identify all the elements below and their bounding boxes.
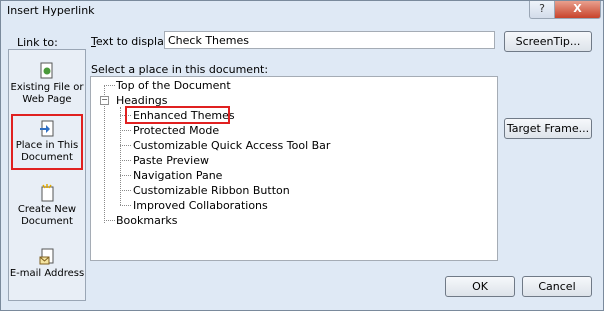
tree-item-heading[interactable]: Protected Mode — [133, 124, 219, 137]
link-to-panel: Existing File or Web Page Place in This … — [8, 49, 86, 301]
document-places-tree[interactable]: Top of the Document − Headings Enhanced … — [90, 76, 498, 261]
link-to-item-label: E-mail Address — [9, 268, 85, 279]
help-button[interactable]: ? — [529, 1, 555, 19]
tree-item-heading[interactable]: Customizable Ribbon Button — [133, 184, 290, 197]
link-to-item-label: Create New — [17, 204, 77, 215]
text-to-display-input[interactable]: Check Themes — [164, 31, 495, 49]
tree-item-heading[interactable]: Paste Preview — [133, 154, 209, 167]
tree-line — [104, 85, 115, 86]
tree-line — [120, 160, 131, 161]
tree-line — [120, 145, 131, 146]
tree-item-top-of-document[interactable]: Top of the Document — [116, 79, 231, 92]
collapse-headings-icon[interactable]: − — [100, 96, 109, 105]
tree-item-heading[interactable]: Customizable Quick Access Tool Bar — [133, 139, 330, 152]
link-to-item-label: Document — [21, 216, 73, 227]
window-title: Insert Hyperlink — [7, 4, 95, 17]
existing-file-icon — [40, 62, 53, 79]
tree-line — [120, 205, 131, 206]
cancel-button[interactable]: Cancel — [522, 276, 592, 297]
email-address-icon — [39, 248, 54, 265]
title-bar: Insert Hyperlink ? X — [1, 1, 603, 21]
target-frame-button[interactable]: Target Frame... — [504, 118, 592, 139]
link-to-create-new-document[interactable]: Create New Document — [9, 184, 85, 228]
select-place-label: Select a place in this document: — [91, 63, 269, 76]
create-new-document-icon — [41, 184, 54, 202]
tree-item-heading[interactable]: Navigation Pane — [133, 169, 222, 182]
link-to-item-label: Web Page — [22, 94, 72, 105]
link-to-email-address[interactable]: E-mail Address — [9, 248, 85, 280]
tree-line — [104, 85, 105, 223]
insert-hyperlink-dialog: Insert Hyperlink ? X Link to: Existing F… — [0, 0, 604, 311]
selected-link-type-highlight — [11, 114, 83, 170]
tree-item-bookmarks[interactable]: Bookmarks — [116, 214, 177, 227]
close-button[interactable]: X — [554, 1, 601, 19]
link-to-item-label: Existing File or — [10, 82, 84, 93]
tree-line — [120, 175, 131, 176]
ok-button[interactable]: OK — [445, 276, 515, 297]
tree-line — [120, 130, 131, 131]
selected-heading-highlight — [125, 106, 230, 124]
tree-line — [104, 220, 115, 221]
tree-line — [120, 190, 131, 191]
screentip-button[interactable]: ScreenTip... — [504, 31, 592, 52]
link-to-existing-file[interactable]: Existing File or Web Page — [9, 62, 85, 106]
text-to-display-label: Text to display: — [91, 35, 174, 48]
tree-item-heading[interactable]: Improved Collaborations — [133, 199, 268, 212]
link-to-label: Link to: — [17, 36, 58, 49]
